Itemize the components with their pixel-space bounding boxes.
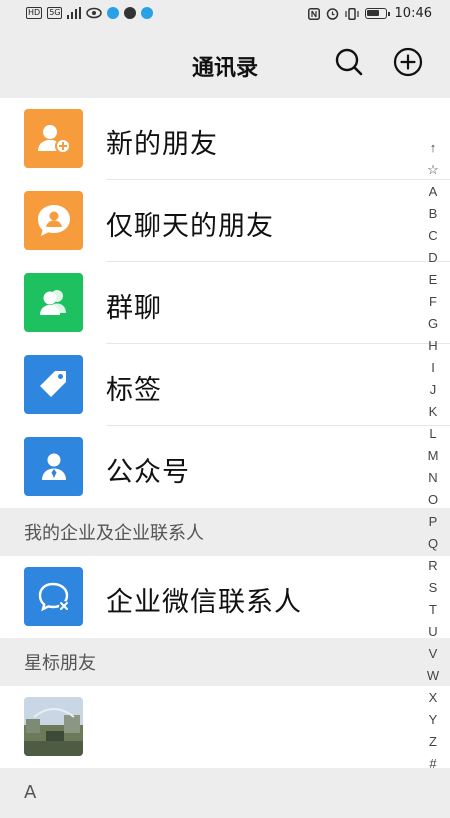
index-letter[interactable]: ↑ (422, 137, 444, 159)
vibrate-icon (344, 7, 359, 20)
section-header-starred: 星标朋友 (0, 638, 450, 686)
alphabet-index-bar[interactable]: ↑ ☆ A B C D E F G H I J K L M N O P Q R S T U V W X Y Z # (422, 137, 444, 775)
battery-icon (364, 8, 390, 19)
index-letter[interactable]: K (422, 401, 444, 423)
index-letter[interactable]: Q (422, 533, 444, 555)
official-accounts-item[interactable]: 公众号 (0, 426, 450, 508)
add-button[interactable] (393, 47, 423, 77)
signal-icon (67, 7, 82, 19)
index-letter[interactable]: N (422, 467, 444, 489)
add-friend-icon (24, 109, 83, 168)
chat-only-friends-item[interactable]: 仅聊天的朋友 (0, 180, 450, 262)
menu-item-label: 群聊 (106, 293, 162, 324)
menu-item-label: 企业微信联系人 (106, 587, 302, 618)
index-letter[interactable]: W (422, 665, 444, 687)
search-button[interactable] (334, 47, 364, 77)
status-time: 10:46 (394, 6, 432, 21)
index-letter[interactable]: U (422, 621, 444, 643)
index-letter[interactable]: C (422, 225, 444, 247)
index-letter[interactable]: D (422, 247, 444, 269)
index-letter[interactable]: X (422, 687, 444, 709)
index-letter[interactable]: T (422, 599, 444, 621)
menu-item-label: 公众号 (106, 457, 190, 488)
index-letter[interactable]: P (422, 511, 444, 533)
index-letter[interactable]: E (422, 269, 444, 291)
index-letter[interactable]: M (422, 445, 444, 467)
tags-item[interactable]: 标签 (0, 344, 450, 426)
section-header-alpha: A (0, 768, 450, 816)
network-indicator: 5G (47, 7, 63, 19)
page-title: 通讯录 (191, 56, 258, 81)
index-letter[interactable]: A (422, 181, 444, 203)
chat-only-friend-icon (24, 191, 83, 250)
menu-item-label: 新的朋友 (106, 129, 218, 160)
menu-item-label: 标签 (106, 375, 162, 406)
index-letter[interactable]: V (422, 643, 444, 665)
index-letter[interactable]: B (422, 203, 444, 225)
group-chats-item[interactable]: 群聊 (0, 262, 450, 344)
index-letter[interactable]: F (422, 291, 444, 313)
status-bar-right: 10:46 (307, 6, 432, 21)
index-letter[interactable]: I (422, 357, 444, 379)
shield-notification-icon (141, 7, 154, 19)
enterprise-contacts-item[interactable]: 企业微信联系人 (0, 556, 450, 638)
search-icon (335, 48, 363, 76)
plus-circle-icon (393, 47, 423, 77)
section-header-enterprise: 我的企业及企业联系人 (0, 508, 450, 556)
index-letter[interactable]: L (422, 423, 444, 445)
contacts-list: 新的朋友 仅聊天的朋友 群聊 标签 公众号 我的企业及企业联系人 企业微信联系人… (0, 98, 450, 816)
tag-icon (24, 355, 83, 414)
index-letter[interactable]: Z (422, 731, 444, 753)
index-letter[interactable]: # (422, 753, 444, 775)
alarm-icon (326, 8, 338, 20)
index-letter[interactable]: H (422, 335, 444, 357)
status-bar: HD 5G 10:46 (0, 0, 450, 30)
index-letter[interactable]: ☆ (422, 159, 444, 181)
hd-indicator: HD (26, 7, 43, 19)
index-letter[interactable]: J (422, 379, 444, 401)
index-letter[interactable]: Y (422, 709, 444, 731)
group-chat-icon (24, 273, 83, 332)
app-notification-icon (107, 7, 120, 19)
new-friends-item[interactable]: 新的朋友 (0, 98, 450, 180)
wecom-icon (24, 567, 83, 626)
index-letter[interactable]: S (422, 577, 444, 599)
status-bar-left: HD 5G (26, 7, 154, 19)
nfc-icon (307, 7, 320, 20)
nav-bar: 通讯录 (0, 30, 450, 98)
official-account-icon (24, 437, 83, 496)
avatar (24, 697, 83, 756)
starred-friend-item[interactable] (0, 686, 450, 768)
index-letter[interactable]: O (422, 489, 444, 511)
eye-icon (86, 7, 103, 19)
menu-item-label: 仅聊天的朋友 (106, 211, 274, 242)
compass-notification-icon (124, 7, 137, 19)
index-letter[interactable]: R (422, 555, 444, 577)
index-letter[interactable]: G (422, 313, 444, 335)
